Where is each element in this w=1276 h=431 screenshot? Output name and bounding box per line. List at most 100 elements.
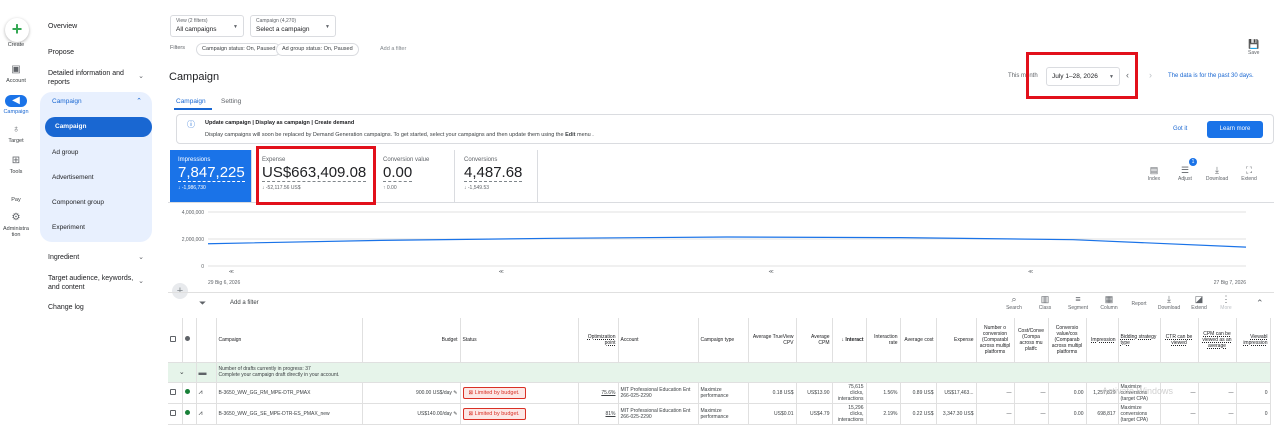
chevron-down-icon[interactable]: ⌄ — [138, 72, 144, 80]
chevron-up-icon[interactable]: ⌃ — [136, 97, 142, 105]
event-marker[interactable]: ≪ — [1028, 269, 1033, 275]
campaign-name[interactable]: B-3650_WW_GG_SE_MPE-DTR-ES_PMAX_new — [216, 403, 363, 425]
col-campaign-type[interactable]: Campaign type — [698, 318, 749, 363]
chevron-down-icon[interactable]: ⌄ — [138, 277, 144, 285]
limited-badge[interactable]: ⊠ Limited by budget. — [462, 407, 526, 420]
nav-sub-advertisement[interactable]: Advertisement — [52, 174, 94, 181]
event-marker[interactable]: ≪ — [499, 269, 504, 275]
rail-tools[interactable]: ⊞ Tools — [0, 155, 32, 175]
scorecard-conversions[interactable]: Conversions 4,487.68 ↓ -1,549.53 — [456, 150, 538, 202]
nav-campaign[interactable]: Campaign — [52, 98, 82, 105]
nav-sub-experiment[interactable]: Experiment — [52, 224, 85, 231]
filter-chip-campaign-status[interactable]: Campaign status: On, Paused — [196, 43, 282, 56]
conv-val-cell: 0.00 — [1048, 403, 1087, 425]
budget-cell[interactable]: 900.00 US$/day ✎ — [362, 382, 461, 404]
opt-score[interactable]: 75.6% — [578, 382, 619, 404]
limited-badge[interactable]: ⊠ Limited by budget. — [462, 386, 526, 399]
status-text: Limited by budget. — [474, 410, 520, 417]
index-button[interactable]: ▤ Index — [1141, 165, 1167, 182]
save-button[interactable]: 💾 Save — [1248, 39, 1259, 56]
nav-sub-adgroup[interactable]: Ad group — [52, 149, 78, 156]
table-download-button[interactable]: ⤓ Download — [1156, 294, 1182, 311]
select-all-checkbox[interactable] — [168, 318, 183, 363]
col-viewable-impressions[interactable]: Viewabl impression — [1236, 318, 1271, 363]
scorecard-conversion-value[interactable]: Conversion value 0.00 ↑ 0.00 — [375, 150, 455, 202]
col-avg-cost[interactable]: Average cost — [900, 318, 937, 363]
col-optimization[interactable]: Optimization point — [578, 318, 619, 363]
column-button[interactable]: ▦ Column — [1096, 294, 1122, 311]
got-it-button[interactable]: Got it — [1173, 126, 1187, 132]
col-interactions[interactable]: ↓ Interact — [832, 318, 867, 363]
row-checkbox[interactable] — [168, 403, 183, 425]
edit-icon[interactable]: ✎ — [453, 411, 457, 417]
col-status[interactable]: Status — [460, 318, 579, 363]
collapse-icon[interactable]: ⌃ — [1256, 298, 1264, 309]
col-conv-value-cost[interactable]: Conversio value/cos (Comparab across mul… — [1048, 318, 1087, 363]
table-add-filter[interactable]: Add a filter — [230, 300, 259, 306]
col-budget[interactable]: Budget — [362, 318, 461, 363]
nav-sub-component-group[interactable]: Component group — [52, 199, 104, 206]
adjust-button[interactable]: ☰ Adjust 1 — [1172, 158, 1198, 182]
campaign-name[interactable]: B-3650_WW_GG_RM_MPE-DTR_PMAX — [216, 382, 363, 404]
extend-button[interactable]: ⛶ Extend — [1236, 165, 1262, 182]
nav-sub-campaign[interactable]: Campaign — [45, 117, 152, 137]
event-marker[interactable]: ≪ — [229, 269, 234, 275]
bidding-cell[interactable]: Maximize conversions (target CPA) — [1118, 403, 1161, 425]
event-marker[interactable]: ≪ — [769, 269, 774, 275]
nav-propose[interactable]: Propose — [48, 48, 74, 57]
drafts-row[interactable]: ⌄ ▬ Number of drafts currently in progre… — [168, 362, 1271, 383]
learn-more-button[interactable]: Learn more — [1207, 121, 1263, 138]
campaign-dropdown[interactable]: Campaign (4,270) Select a campaign ▼ — [250, 15, 336, 37]
col-avg-cpv[interactable]: Average TrueView CPV — [748, 318, 797, 363]
rail-campaign[interactable]: ◀ Campaign — [0, 95, 32, 115]
view-dropdown[interactable]: View (2 filters) All campaigns ▼ — [170, 15, 244, 37]
filters-label: Filters — [170, 45, 185, 51]
col-bidding[interactable]: Bidding strategy type — [1118, 318, 1161, 363]
ctr-cell: — — [1160, 403, 1199, 425]
col-interaction-rate[interactable]: Interaction rate — [866, 318, 901, 363]
report-button[interactable]: Report — [1126, 301, 1152, 307]
rail-pay[interactable]: Pay — [0, 197, 32, 203]
chevron-down-icon[interactable]: ⌄ — [138, 253, 144, 261]
scorecard-impressions[interactable]: Impressions 7,847,225 ↓ -1,986,730 — [170, 150, 252, 202]
tab-campaign[interactable]: Campaign — [176, 98, 206, 105]
tab-setting[interactable]: Setting — [221, 98, 241, 105]
filter-chip-adgroup-status[interactable]: Ad group status: On, Paused — [276, 43, 359, 56]
add-filter-link[interactable]: Add a filter — [380, 46, 406, 52]
table-extend-button[interactable]: ◪ Extend — [1186, 294, 1212, 311]
nav-overview[interactable]: Overview — [48, 22, 77, 31]
table-download-label: Download — [1157, 305, 1181, 311]
col-campaign[interactable]: Campaign — [216, 318, 363, 363]
next-period-icon[interactable]: › — [1149, 70, 1152, 80]
col-account[interactable]: Account — [618, 318, 699, 363]
table-row[interactable]: ⩘ B-3650_WW_GG_SE_MPE-DTR-ES_PMAX_new US… — [168, 403, 1271, 425]
create-button[interactable]: + — [5, 18, 29, 42]
segment-button[interactable]: ≡ Segment — [1065, 294, 1091, 311]
nav-change-log[interactable]: Change log — [48, 303, 84, 312]
col-impressions[interactable]: Impression — [1086, 318, 1119, 363]
class-button[interactable]: ▥ Class — [1032, 294, 1058, 311]
filter-icon[interactable]: ⏷ — [199, 298, 206, 309]
col-conversions[interactable]: Number o conversion (Comparabl across mu… — [976, 318, 1015, 363]
col-ctr-viewable[interactable]: CTR can be viewed — [1160, 318, 1199, 363]
edit-icon[interactable]: ✎ — [453, 390, 457, 396]
expand-chevron-icon[interactable]: ⌄ — [168, 362, 197, 383]
rail-account[interactable]: ▣ Account — [0, 64, 32, 84]
rail-admin[interactable]: ⚙ Administra tion — [0, 212, 32, 238]
col-cpm-viewable[interactable]: CPM can be viewed as an average — [1198, 318, 1237, 363]
budget-cell[interactable]: US$140.00/day ✎ — [362, 403, 461, 425]
search-button[interactable]: ⌕ Search — [1001, 294, 1027, 311]
nav-target-audience[interactable]: Target audience, keywords, and content — [48, 274, 138, 292]
download-button[interactable]: ⤓ Download — [1204, 165, 1230, 182]
more-button[interactable]: ⋮ More — [1213, 294, 1239, 311]
rail-target[interactable]: ♁ Target — [0, 124, 32, 144]
row-checkbox[interactable] — [168, 382, 183, 404]
col-avg-cpm[interactable]: Average CPM — [796, 318, 833, 363]
nav-detailed[interactable]: Detailed information and reports — [48, 69, 128, 87]
account-cell[interactable]: MIT Professional Education Ent 266-025-2… — [618, 382, 699, 404]
nav-ingredient[interactable]: Ingredient — [48, 253, 79, 262]
col-expense[interactable]: Expense — [936, 318, 977, 363]
account-cell[interactable]: MIT Professional Education Ent 266-025-2… — [618, 403, 699, 425]
opt-score[interactable]: 81% — [578, 403, 619, 425]
col-cost-conv[interactable]: Cost/Conve (Compa across mu platfc — [1014, 318, 1049, 363]
